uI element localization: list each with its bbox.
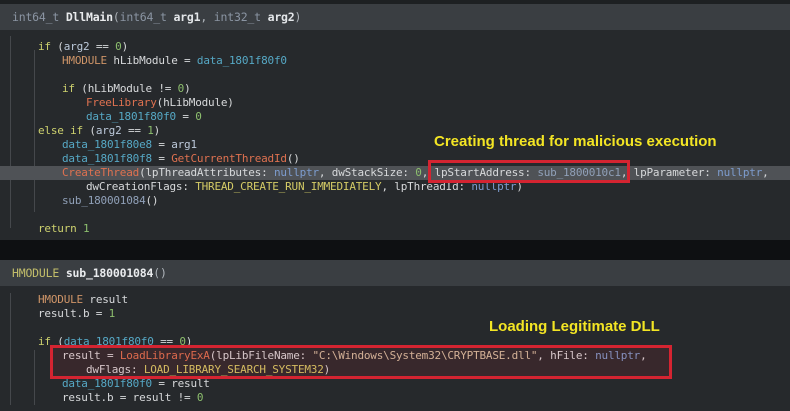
code-line[interactable] (0, 321, 790, 335)
code-token-htype2: HMODULE (12, 266, 60, 280)
code-token-call: GetCurrentThreadId (171, 152, 287, 165)
code-token-hname: sub_180001084 (65, 266, 154, 280)
code-token-num: 1 (82, 222, 90, 235)
code-token-var: arg1 (171, 138, 197, 151)
annotation-box-loadlibrary (50, 345, 672, 379)
code-token-plain: == (89, 40, 116, 53)
code-token-type: HMODULE (62, 54, 107, 67)
pane-dllmain: int64_t DllMain(int64_t arg1, int32_t ar… (0, 4, 790, 240)
code-token-call: FreeLibrary (86, 96, 157, 109)
code-token-num: 0 (195, 110, 202, 123)
code-token-plain: dwCreationFlags: (86, 180, 196, 193)
code-token-plain: ) (121, 40, 129, 53)
code-token-hplain (59, 266, 66, 280)
code-token-kw: if (38, 335, 51, 348)
code-token-plain: == (121, 124, 148, 137)
code-line[interactable]: HMODULE result (0, 293, 790, 307)
code-token-plain: (lpThreadAttributes: (139, 166, 274, 179)
code-line[interactable]: dwCreationFlags: THREAD_CREATE_RUN_IMMED… (0, 180, 790, 194)
code-token-sub: sub_180001084 (62, 194, 146, 207)
code-token-hplain (261, 10, 268, 24)
code-token-kw: if (38, 40, 51, 53)
code-token-var: arg2 (95, 124, 122, 137)
decompiler-window: int64_t DllMain(int64_t arg1, int32_t ar… (0, 0, 790, 411)
code-token-plain: = (175, 110, 196, 123)
code-token-plain: ) (153, 124, 161, 137)
code-token-call: CreateThread (62, 166, 140, 179)
code-token-plain: hLibModule = (106, 54, 197, 67)
function-signature-dllmain[interactable]: int64_t DllMain(int64_t arg1, int32_t ar… (0, 4, 790, 30)
code-line[interactable]: data_1801f80f8 = GetCurrentThreadId() (0, 152, 790, 166)
annotation-thread-label: Creating thread for malicious execution (434, 133, 717, 150)
code-token-plain: (hLibModule != (74, 82, 178, 95)
code-token-harg: arg1 (173, 10, 201, 24)
code-line[interactable]: data_1801f80f0 = 0 (0, 110, 790, 124)
code-token-plain: ) (184, 82, 191, 95)
code-token-plain: result.b = (38, 307, 109, 320)
code-token-num: 1 (108, 307, 116, 320)
code-line[interactable]: result.b = 1 (0, 307, 790, 321)
code-line[interactable]: HMODULE hLibModule = data_1801f80f0 (0, 54, 790, 68)
code-line[interactable]: if (arg2 == 0) (0, 40, 790, 54)
code-token-data: data_1801f80f0 (86, 110, 176, 123)
code-token-plain: result.b = result != (62, 391, 197, 404)
code-token-plain: ( (50, 40, 64, 53)
pane-sub-180001084: HMODULE sub_180001084() HMODULE result re… (0, 260, 790, 411)
code-token-var: arg2 (63, 40, 90, 53)
code-line-selected[interactable]: CreateThread(lpThreadAttributes: nullptr… (0, 166, 790, 180)
code-line[interactable]: result.b = result != 0 (0, 391, 790, 405)
code-line[interactable]: if (hLibModule != 0) (0, 82, 790, 96)
code-token-plain: = (151, 138, 172, 151)
pane-divider[interactable] (0, 240, 790, 260)
code-token-htype: int64_t (119, 10, 167, 24)
code-token-htype: int32_t (213, 10, 261, 24)
code-line[interactable]: sub_180001084() (0, 194, 790, 208)
code-token-plain: result (82, 293, 128, 306)
code-token-plain: , lpParameter: (620, 166, 718, 179)
code-line[interactable] (0, 208, 790, 222)
code-line[interactable] (0, 68, 790, 82)
code-token-kw: return (38, 222, 77, 235)
code-token-null: nullptr (717, 166, 763, 179)
code-token-plain: = (151, 152, 172, 165)
code-token-plain: , dwStackSize: (318, 166, 416, 179)
code-token-plain: ( (82, 124, 96, 137)
code-line[interactable]: FreeLibrary(hLibModule) (0, 96, 790, 110)
code-token-htype: int64_t (12, 10, 60, 24)
annotation-dll-label: Loading Legitimate DLL (489, 318, 660, 335)
code-token-plain: () (286, 152, 300, 165)
code-token-plain: () (145, 194, 159, 207)
code-line[interactable]: data_1801f80f0 = result (0, 377, 790, 391)
code-token-hplain: ) (294, 10, 302, 24)
code-token-const: THREAD_CREATE_RUN_IMMEDIATELY (195, 180, 382, 193)
code-token-hplain: , (200, 10, 214, 24)
code-token-hplain (59, 10, 66, 24)
code-token-data: data_1801f80e8 (62, 138, 152, 151)
code-token-harg: arg2 (267, 10, 295, 24)
code-token-kw: if (62, 82, 75, 95)
code-line[interactable]: return 1 (0, 222, 790, 236)
code-token-plain: , (762, 166, 769, 179)
code-token-data: data_1801f80f8 (62, 152, 152, 165)
code-token-plain: (hLibModule) (156, 96, 234, 109)
code-token-type: HMODULE (38, 293, 83, 306)
code-token-hplain: ( (112, 10, 120, 24)
code-token-hname: DllMain (65, 10, 113, 24)
function-signature-sub-180001084[interactable]: HMODULE sub_180001084() (0, 260, 790, 286)
code-token-kw: else if (38, 124, 83, 137)
code-token-data: data_1801f80f0 (196, 54, 287, 67)
code-token-null: nullptr (273, 166, 319, 179)
code-token-hplain: () (153, 266, 167, 280)
annotation-box-lpstartaddress (428, 160, 630, 183)
code-token-num: 0 (196, 391, 204, 404)
